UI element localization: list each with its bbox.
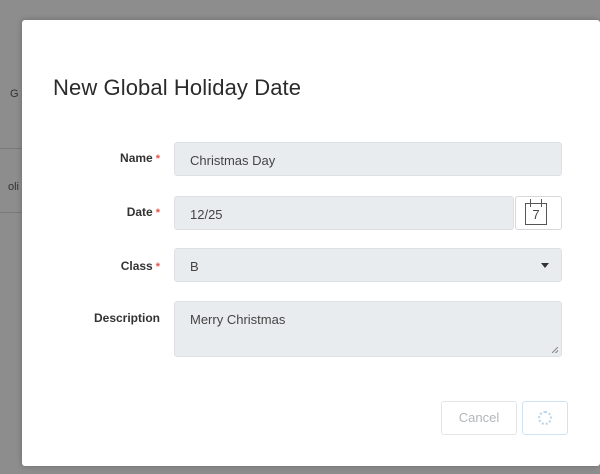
date-input-value: 12/25 bbox=[190, 207, 223, 222]
description-textarea[interactable]: Merry Christmas bbox=[174, 301, 562, 357]
class-label: Class * bbox=[40, 259, 160, 273]
class-select-value: B bbox=[190, 259, 199, 274]
description-label: Description bbox=[40, 311, 160, 325]
cancel-button[interactable]: Cancel bbox=[441, 401, 517, 435]
spinner-icon bbox=[538, 411, 552, 425]
resize-grip-icon[interactable] bbox=[552, 347, 558, 353]
name-label-text: Name bbox=[120, 151, 153, 165]
date-input[interactable]: 12/25 bbox=[174, 196, 514, 230]
new-holiday-dialog: New Global Holiday Date Name * Christmas … bbox=[22, 20, 600, 466]
chevron-down-icon bbox=[541, 263, 549, 268]
name-input-value: Christmas Day bbox=[190, 153, 276, 168]
class-label-text: Class bbox=[120, 259, 153, 273]
calendar-ring bbox=[530, 199, 531, 207]
class-select[interactable]: B bbox=[174, 248, 562, 282]
required-marker: * bbox=[155, 153, 160, 165]
background-text-fragment: oli bbox=[8, 181, 20, 193]
name-label: Name * bbox=[40, 151, 160, 165]
calendar-button[interactable]: 7 bbox=[515, 196, 562, 230]
date-label: Date * bbox=[40, 205, 160, 219]
calendar-day-number: 7 bbox=[532, 207, 540, 222]
calendar-icon: 7 bbox=[525, 199, 547, 225]
save-button[interactable] bbox=[522, 401, 568, 435]
background-text-fragment: G bbox=[10, 88, 19, 100]
description-label-text: Description bbox=[93, 311, 160, 325]
date-label-text: Date bbox=[126, 205, 153, 219]
background-divider bbox=[0, 148, 22, 149]
description-textarea-value: Merry Christmas bbox=[190, 312, 286, 327]
name-input[interactable]: Christmas Day bbox=[174, 142, 562, 176]
required-marker: * bbox=[155, 261, 160, 273]
dialog-title: New Global Holiday Date bbox=[53, 75, 302, 100]
background-divider bbox=[0, 212, 22, 213]
calendar-ring bbox=[541, 199, 542, 207]
required-marker: * bbox=[155, 207, 160, 219]
